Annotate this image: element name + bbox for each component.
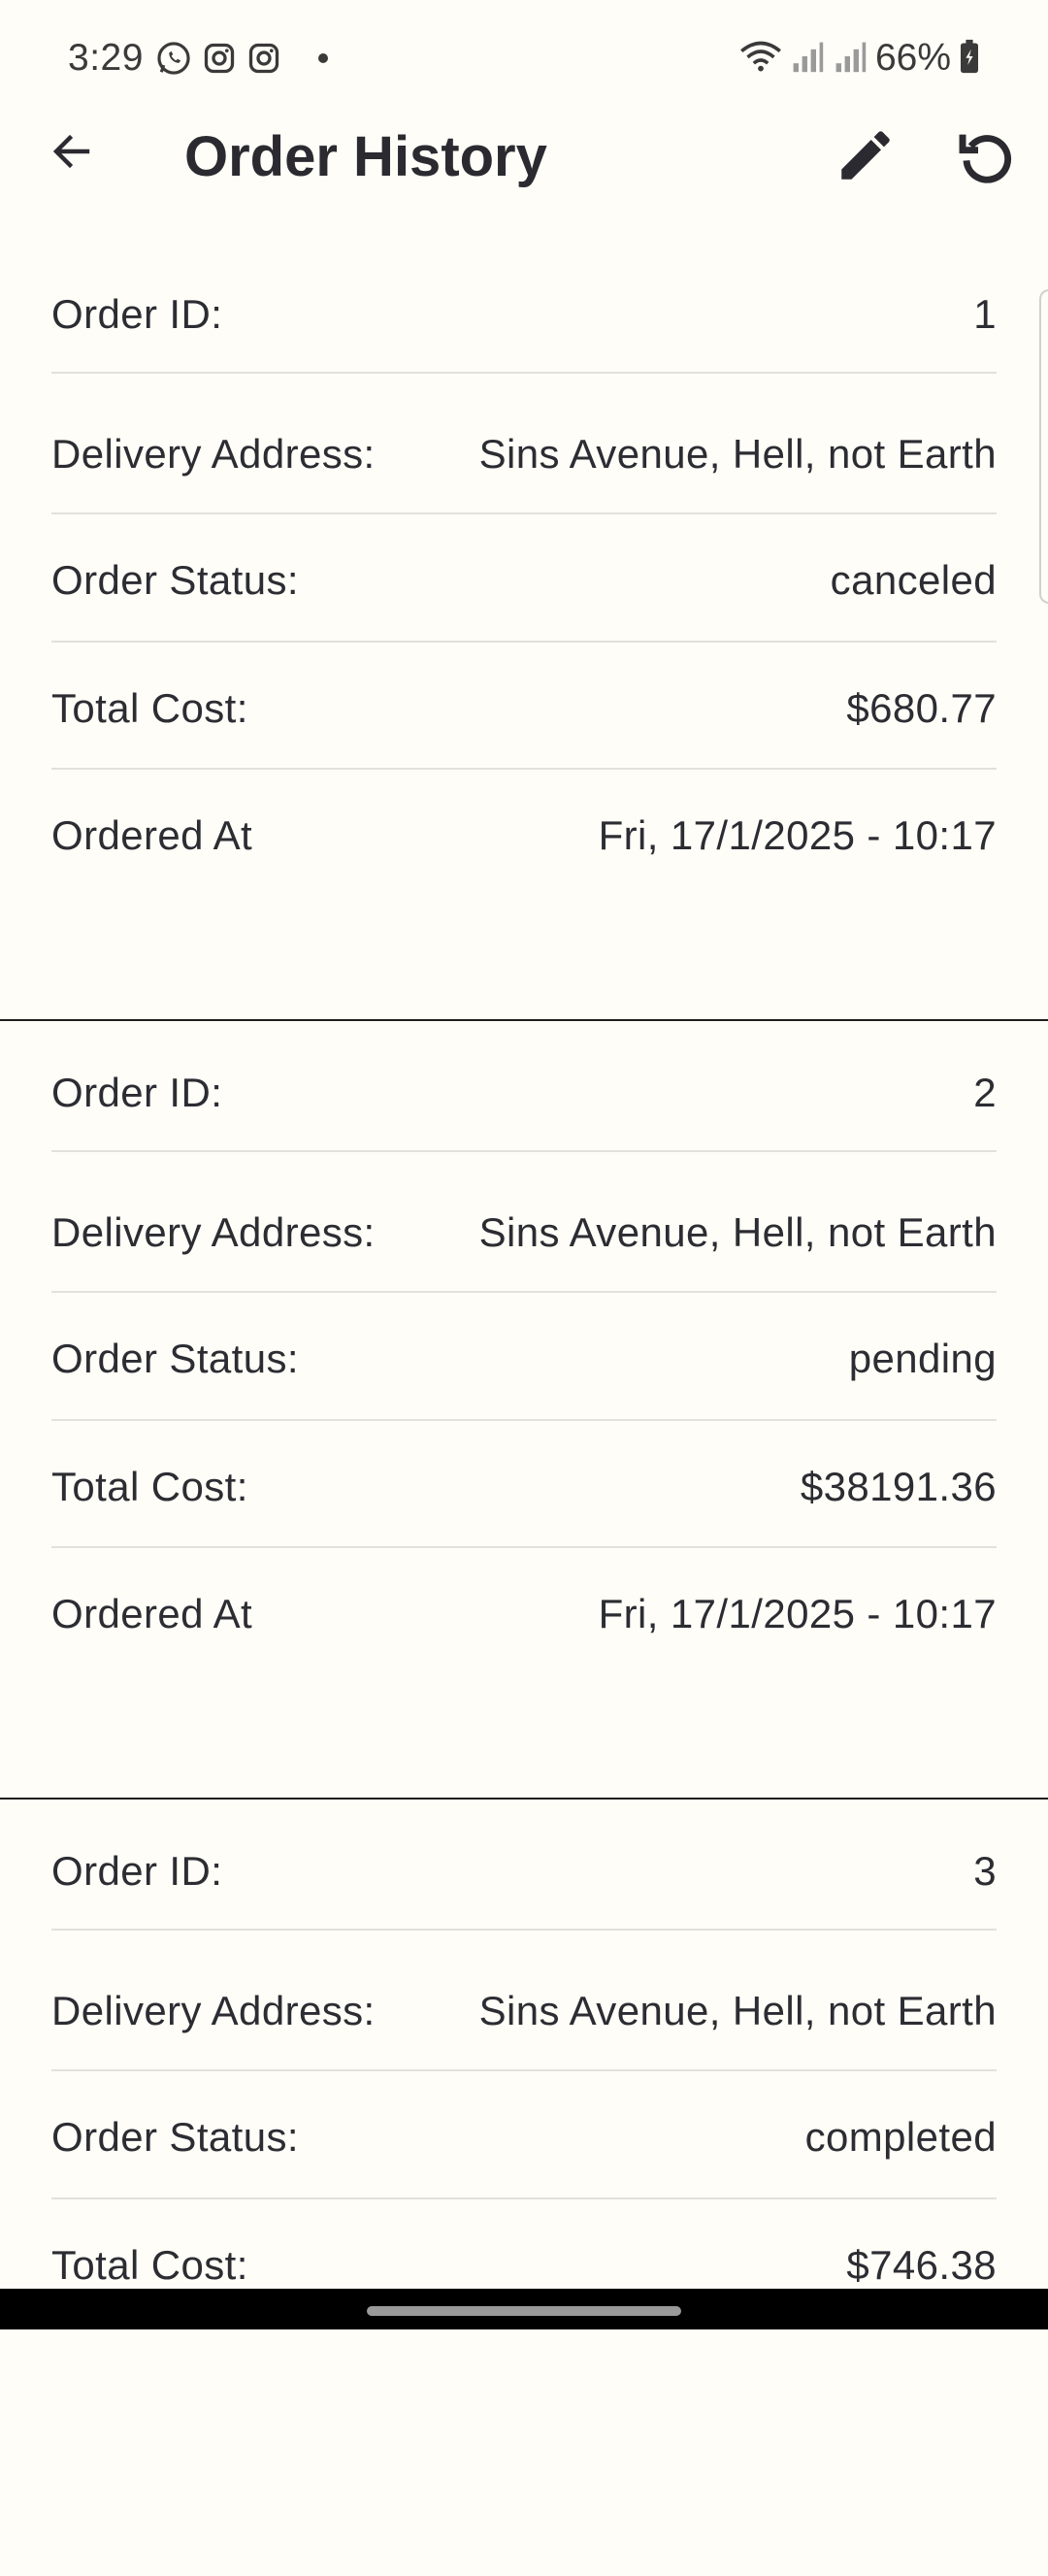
- row-divider: [51, 641, 997, 643]
- battery-percentage: 66%: [874, 37, 951, 79]
- total-cost-row: Total Cost: $38191.36: [51, 1458, 997, 1516]
- order-status-label: Order Status:: [51, 2114, 299, 2160]
- order-card: Order ID: 1 Delivery Address: Sins Avenu…: [0, 243, 1048, 1021]
- total-cost-label: Total Cost:: [51, 1464, 248, 1509]
- battery-icon: [959, 39, 980, 79]
- row-divider: [51, 372, 997, 374]
- ordered-at-label: Ordered At: [51, 812, 253, 858]
- order-status-label: Order Status:: [51, 557, 299, 603]
- order-id-row: Order ID: 3: [51, 1842, 997, 1900]
- delivery-address-label: Delivery Address:: [51, 1209, 376, 1255]
- total-cost-value: $680.77: [846, 685, 997, 731]
- delivery-address-label: Delivery Address:: [51, 1988, 376, 2033]
- wifi-icon: [739, 39, 782, 79]
- order-id-label: Order ID:: [51, 1848, 223, 1894]
- delivery-address-row: Delivery Address: Sins Avenue, Hell, not…: [51, 1204, 997, 1262]
- delivery-address-value: Sins Avenue, Hell, not Earth: [478, 1209, 997, 1255]
- total-cost-value: $38191.36: [800, 1464, 997, 1509]
- back-arrow-icon: [49, 128, 95, 180]
- instagram-icon: [246, 41, 281, 76]
- signal-icon: [790, 39, 825, 79]
- signal-icon: [833, 39, 868, 79]
- status-time: 3:29: [68, 37, 144, 79]
- status-bar: 3:29 66%: [0, 0, 1048, 116]
- row-divider: [51, 1929, 997, 1931]
- more-notifications-dot: [318, 53, 328, 63]
- row-divider: [51, 1150, 997, 1152]
- page-title: Order History: [184, 125, 547, 188]
- home-gesture-handle[interactable]: [367, 2306, 681, 2316]
- app-bar: Order History: [0, 116, 1048, 198]
- instagram-icon: [202, 41, 237, 76]
- order-id-label: Order ID:: [51, 1070, 223, 1115]
- row-divider: [51, 2197, 997, 2199]
- order-status-label: Order Status:: [51, 1336, 299, 1381]
- system-status-icons: 66%: [739, 35, 980, 82]
- order-id-value: 3: [973, 1848, 997, 1894]
- system-navigation-bar: [0, 2289, 1048, 2329]
- pencil-icon: [834, 123, 898, 192]
- total-cost-label: Total Cost:: [51, 685, 248, 731]
- order-list[interactable]: Order ID: 1 Delivery Address: Sins Avenu…: [0, 243, 1048, 2576]
- row-divider: [51, 768, 997, 770]
- delivery-address-label: Delivery Address:: [51, 431, 376, 477]
- order-status-row: Order Status: completed: [51, 2108, 997, 2166]
- whatsapp-icon: [155, 40, 192, 77]
- ordered-at-value: Fri, 17/1/2025 - 10:17: [598, 1591, 997, 1636]
- refresh-icon: [955, 124, 1017, 191]
- order-id-label: Order ID:: [51, 291, 223, 337]
- order-status-row: Order Status: pending: [51, 1330, 997, 1388]
- delivery-address-value: Sins Avenue, Hell, not Earth: [478, 1988, 997, 2033]
- total-cost-value: $746.38: [846, 2242, 997, 2288]
- ordered-at-label: Ordered At: [51, 1591, 253, 1636]
- row-divider: [51, 1291, 997, 1293]
- row-divider: [51, 1419, 997, 1421]
- order-id-row: Order ID: 1: [51, 285, 997, 344]
- row-divider: [51, 512, 997, 514]
- order-id-row: Order ID: 2: [51, 1064, 997, 1122]
- refresh-button[interactable]: [949, 120, 1023, 194]
- order-id-value: 2: [973, 1070, 997, 1115]
- order-card: Order ID: 3 Delivery Address: Sins Avenu…: [0, 1800, 1048, 2576]
- edit-button[interactable]: [829, 120, 902, 194]
- total-cost-row: Total Cost: $746.38: [51, 2236, 997, 2295]
- delivery-address-row: Delivery Address: Sins Avenue, Hell, not…: [51, 425, 997, 483]
- ordered-at-value: Fri, 17/1/2025 - 10:17: [598, 812, 997, 858]
- order-status-value: canceled: [830, 557, 997, 603]
- notification-icons: [155, 39, 328, 78]
- total-cost-label: Total Cost:: [51, 2242, 248, 2288]
- order-status-value: completed: [804, 2114, 997, 2160]
- order-id-value: 1: [973, 291, 997, 337]
- ordered-at-row: Ordered At Fri, 17/1/2025 - 10:17: [51, 1585, 997, 1643]
- order-status-value: pending: [848, 1336, 997, 1381]
- order-status-row: Order Status: canceled: [51, 551, 997, 610]
- row-divider: [51, 2069, 997, 2071]
- ordered-at-row: Ordered At Fri, 17/1/2025 - 10:17: [51, 807, 997, 865]
- back-button[interactable]: [43, 124, 101, 182]
- row-divider: [51, 1546, 997, 1548]
- scrollbar-thumb[interactable]: [1039, 289, 1048, 604]
- delivery-address-row: Delivery Address: Sins Avenue, Hell, not…: [51, 1982, 997, 2040]
- total-cost-row: Total Cost: $680.77: [51, 679, 997, 738]
- delivery-address-value: Sins Avenue, Hell, not Earth: [478, 431, 997, 477]
- order-card: Order ID: 2 Delivery Address: Sins Avenu…: [0, 1021, 1048, 1800]
